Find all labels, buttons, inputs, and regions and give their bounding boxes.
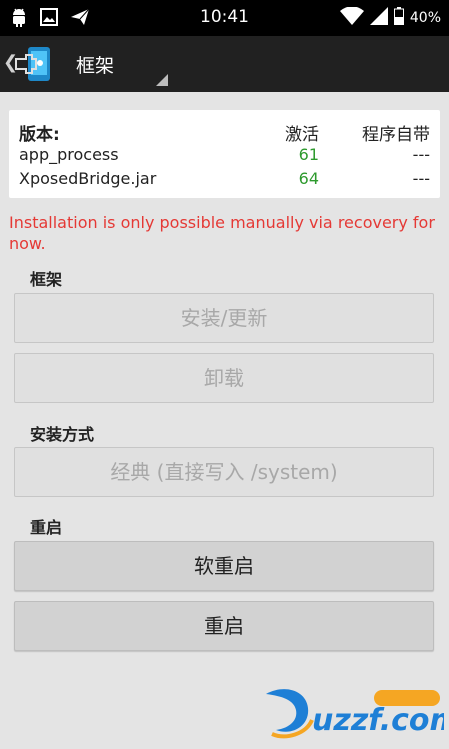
active-version: 64: [298, 169, 319, 188]
install-mode-section-title: 安装方式: [30, 425, 95, 444]
version-header-row: 版本: 激活 程序自带: [19, 120, 430, 145]
reboot-section-title: 重启: [30, 518, 63, 537]
bundled-column-header: 程序自带: [362, 125, 430, 145]
install-update-button[interactable]: 安装/更新: [14, 293, 434, 343]
version-card: 版本: 激活 程序自带 app_process 61 --- XposedBri…: [9, 110, 440, 198]
soft-reboot-button[interactable]: 软重启: [14, 541, 434, 591]
table-row: app_process 61 ---: [19, 145, 430, 169]
status-system-icons: 40%: [339, 6, 441, 29]
battery-percent: 40%: [409, 10, 441, 26]
xposed-logo-icon[interactable]: [14, 45, 54, 83]
install-mode-selector[interactable]: 经典 (直接写入 /system): [14, 447, 434, 497]
version-label: 版本:: [19, 125, 60, 145]
component-name: app_process: [19, 145, 119, 164]
active-version: 61: [298, 145, 319, 164]
site-watermark-logo: uzzf.com: [262, 684, 449, 742]
page-title: 框架: [76, 55, 115, 77]
action-bar: ❮ 框架: [0, 36, 449, 92]
bundled-version: ---: [412, 169, 430, 188]
signal-icon: [369, 7, 388, 29]
uninstall-button[interactable]: 卸载: [14, 353, 434, 403]
spinner-indicator-icon[interactable]: [156, 74, 168, 86]
recovery-warning: Installation is only possible manually v…: [9, 213, 435, 253]
wifi-icon: [339, 6, 364, 29]
framework-section-title: 框架: [30, 270, 63, 289]
table-row: XposedBridge.jar 64 ---: [19, 169, 430, 193]
active-column-header: 激活: [285, 125, 319, 145]
svg-text:uzzf.com: uzzf.com: [312, 703, 444, 738]
status-bar: 10:41 40%: [0, 0, 449, 36]
reboot-button[interactable]: 重启: [14, 601, 434, 651]
component-name: XposedBridge.jar: [19, 169, 157, 188]
battery-icon: [393, 7, 404, 29]
bundled-version: ---: [412, 145, 430, 164]
